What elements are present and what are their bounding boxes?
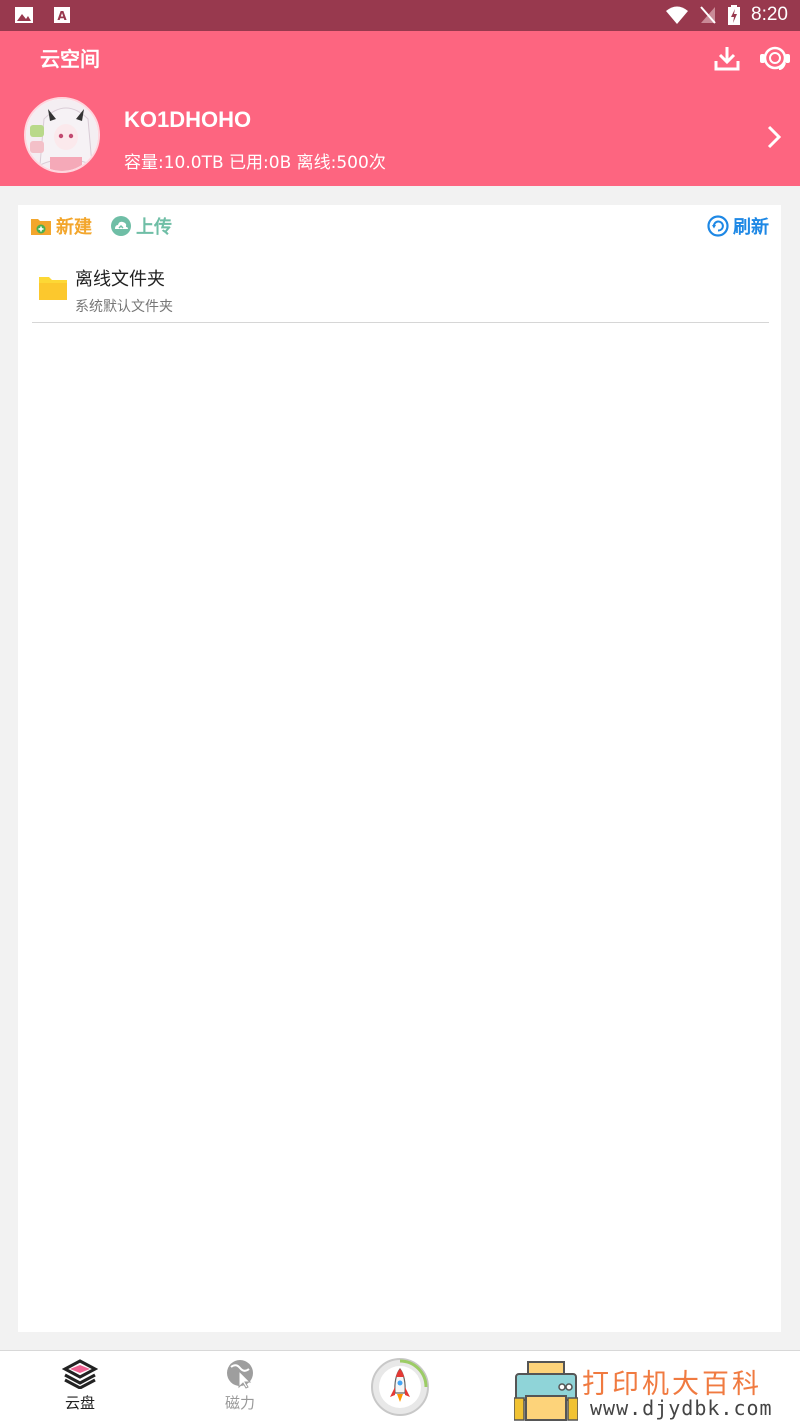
upload-button[interactable]: 上传: [110, 213, 172, 239]
status-notifications: A: [14, 6, 72, 24]
headset-support-icon: [760, 46, 790, 70]
avatar[interactable]: [24, 97, 100, 173]
avatar-image: [26, 99, 98, 171]
refresh-button[interactable]: 刷新: [707, 213, 769, 239]
list-item[interactable]: 离线文件夹 系统默认文件夹: [32, 259, 769, 323]
text-notification-icon: A: [54, 7, 70, 23]
file-panel: 新建 上传 刷新 离线文件夹 系统默认文件夹: [18, 205, 781, 1332]
status-time: 8:20: [751, 4, 788, 25]
status-bar: A 8:20: [0, 0, 800, 31]
upload-label: 上传: [136, 217, 172, 238]
tab-cloud-disk[interactable]: 云盘: [40, 1359, 120, 1413]
download-button[interactable]: [710, 41, 744, 75]
watermark-url: www.djydbk.com: [590, 1396, 773, 1420]
image-notification-icon: [15, 7, 33, 23]
cloud-upload-icon: [111, 216, 131, 236]
username: KO1DHOHO: [124, 107, 252, 132]
folder-description: 系统默认文件夹: [75, 299, 173, 315]
printer-icon: [514, 1361, 578, 1421]
refresh-icon: [707, 215, 729, 237]
new-label: 新建: [56, 217, 92, 238]
battery-charging-icon: [728, 5, 741, 25]
support-button[interactable]: [758, 41, 792, 75]
rocket-accelerate-button[interactable]: [370, 1357, 430, 1417]
layers-icon: [62, 1359, 98, 1389]
page-title: 云空间: [40, 47, 100, 71]
profile-header: 云空间 KO1DHOHO 容量:10.0TB 已用:0B 离线:500次: [0, 31, 800, 186]
storage-stats: 容量:10.0TB 已用:0B 离线:500次: [124, 153, 386, 173]
svg-text:A: A: [57, 9, 67, 23]
folder-icon: [39, 277, 67, 300]
no-signal-icon: [700, 6, 716, 24]
chevron-right-icon[interactable]: [764, 123, 784, 151]
magnet-cursor-icon: [227, 1360, 253, 1389]
tab-magnet[interactable]: 磁力: [200, 1359, 280, 1413]
header-actions: [710, 41, 792, 75]
refresh-label: 刷新: [733, 217, 769, 238]
new-folder-button[interactable]: 新建: [30, 213, 92, 239]
tab-magnet-label: 磁力: [224, 1394, 255, 1412]
wifi-icon: [666, 6, 689, 24]
status-system-icons: 8:20: [665, 4, 788, 26]
watermark: 打印机大百科 www.djydbk.com: [514, 1356, 796, 1422]
download-icon: [714, 47, 740, 71]
file-toolbar: 新建 上传 刷新: [30, 213, 769, 241]
new-folder-icon: [31, 219, 51, 235]
tab-cloud-disk-label: 云盘: [64, 1394, 95, 1412]
folder-name: 离线文件夹: [75, 269, 165, 290]
